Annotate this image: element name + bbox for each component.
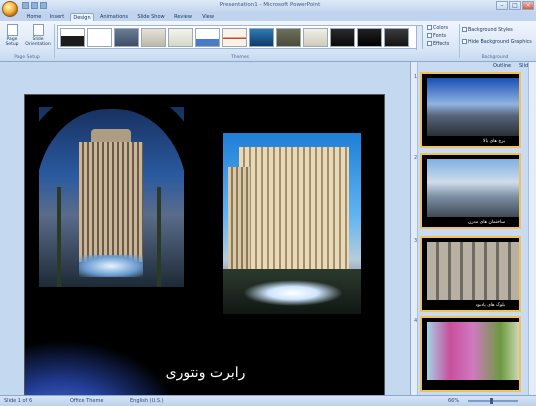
fonts-button[interactable]: Fonts (427, 33, 446, 39)
theme-thumbnail[interactable] (60, 28, 85, 47)
pane-scrollbar[interactable] (411, 62, 418, 395)
tab-review[interactable]: Review (171, 13, 195, 21)
slide-photo-hotel-tower[interactable] (223, 133, 361, 314)
status-bar: Slide 1 of 6 Office Theme English (U.S.)… (0, 395, 536, 406)
maximize-button[interactable]: □ (509, 1, 521, 10)
theme-thumbnail[interactable] (141, 28, 166, 47)
tower-shape (239, 147, 349, 287)
slide-thumbnail-1[interactable]: برج های بالا (420, 72, 521, 148)
save-icon[interactable] (22, 2, 29, 9)
slide-thumbnail-4[interactable] (420, 316, 521, 392)
current-slide[interactable]: رابرت ونتوری (24, 94, 385, 406)
fountain-jets-shape (243, 280, 343, 306)
slide-orientation-icon (32, 24, 44, 36)
tab-design[interactable]: Design (70, 13, 94, 21)
theme-thumbnail[interactable] (384, 28, 409, 47)
slide-caption[interactable]: رابرت ونتوری (25, 365, 386, 381)
title-bar: Presentation1 - Microsoft PowerPoint – □… (0, 0, 536, 12)
window-controls: – □ × (496, 1, 534, 10)
ribbon-divider (54, 24, 55, 58)
tab-animations[interactable]: Animations (97, 13, 131, 21)
slide-number: 4 (414, 318, 418, 324)
hide-background-graphics-checkbox[interactable]: Hide Background Graphics (462, 39, 532, 45)
background-styles-button[interactable]: Background Styles (462, 27, 513, 33)
theme-thumbnail[interactable] (222, 28, 247, 47)
colors-button[interactable]: Colors (427, 25, 448, 31)
zoom-slider-knob[interactable] (490, 398, 493, 404)
theme-thumbnail[interactable] (168, 28, 193, 47)
slide-number: 2 (414, 155, 418, 161)
language-indicator[interactable]: English (U.S.) (130, 398, 164, 404)
page-setup-button[interactable]: Page Setup (3, 24, 21, 47)
fonts-icon (427, 33, 432, 38)
minimize-button[interactable]: – (496, 1, 508, 10)
tab-outline[interactable]: Outline (493, 63, 511, 69)
thumbnail-image (427, 159, 519, 217)
effects-button[interactable]: Effects (427, 41, 449, 47)
theme-thumbnail[interactable] (114, 28, 139, 47)
zoom-slider[interactable] (468, 400, 518, 402)
theme-thumbnail[interactable] (249, 28, 274, 47)
slide-orientation-button[interactable]: Slide Orientation (25, 24, 51, 47)
quick-access-toolbar (22, 2, 47, 9)
zoom-level[interactable]: 66% (448, 398, 459, 404)
thumbnail-image (427, 322, 519, 380)
checkbox-icon (462, 39, 467, 44)
ribbon-tabs: Home Insert Design Animations Slide Show… (0, 12, 536, 21)
theme-thumbnail[interactable] (357, 28, 382, 47)
tab-slide-show[interactable]: Slide Show (134, 13, 168, 21)
thumbnail-image (427, 242, 519, 300)
slide-thumbnail-2[interactable]: ساختمان های مدرن (420, 153, 521, 229)
ribbon-divider (459, 24, 460, 58)
theme-thumbnail[interactable] (330, 28, 355, 47)
ribbon: Page Setup Slide Orientation Page Setup … (0, 21, 536, 62)
theme-name: Office Theme (70, 398, 104, 404)
group-label-themes: Themes (231, 55, 249, 60)
tab-insert[interactable]: Insert (46, 13, 68, 21)
theme-thumbnail[interactable] (87, 28, 112, 47)
theme-thumbnail[interactable] (303, 28, 328, 47)
vertical-scrollbar[interactable] (528, 62, 536, 395)
gallery-scroll[interactable] (416, 26, 422, 50)
thumbnail-caption: برج های بالا (483, 139, 505, 144)
arch-frame (39, 107, 184, 287)
theme-thumbnail[interactable] (276, 28, 301, 47)
undo-icon[interactable] (31, 2, 38, 9)
window-title: Presentation1 - Microsoft PowerPoint (219, 2, 321, 8)
group-label-page-setup: Page Setup (14, 55, 40, 60)
page-setup-icon (6, 24, 18, 36)
redo-icon[interactable] (40, 2, 47, 9)
close-button[interactable]: × (522, 1, 534, 10)
theme-thumbnail[interactable] (195, 28, 220, 47)
thumbnail-caption: ساختمان های مدرن (468, 220, 505, 225)
effects-icon (427, 41, 432, 46)
slide-editing-area[interactable]: رابرت ونتوری (0, 62, 410, 406)
background-styles-icon (462, 27, 467, 32)
slide-photo-palace-exterior[interactable] (39, 107, 184, 287)
thumbnail-caption: بلوک های یادبود (475, 303, 505, 308)
group-label-background: Background (481, 55, 509, 60)
slide-number: 1 (414, 74, 418, 80)
tab-home[interactable]: Home (24, 13, 44, 21)
office-button[interactable] (2, 1, 18, 17)
slide-thumbnail-3[interactable]: بلوک های یادبود (420, 236, 521, 312)
slide-number: 3 (414, 238, 418, 244)
thumbnail-image (427, 78, 519, 136)
pane-tabs: Outline Slides (411, 62, 536, 71)
tab-view[interactable]: View (198, 13, 218, 21)
colors-icon (427, 25, 432, 30)
slide-counter: Slide 1 of 6 (4, 398, 33, 404)
themes-gallery (57, 25, 423, 50)
